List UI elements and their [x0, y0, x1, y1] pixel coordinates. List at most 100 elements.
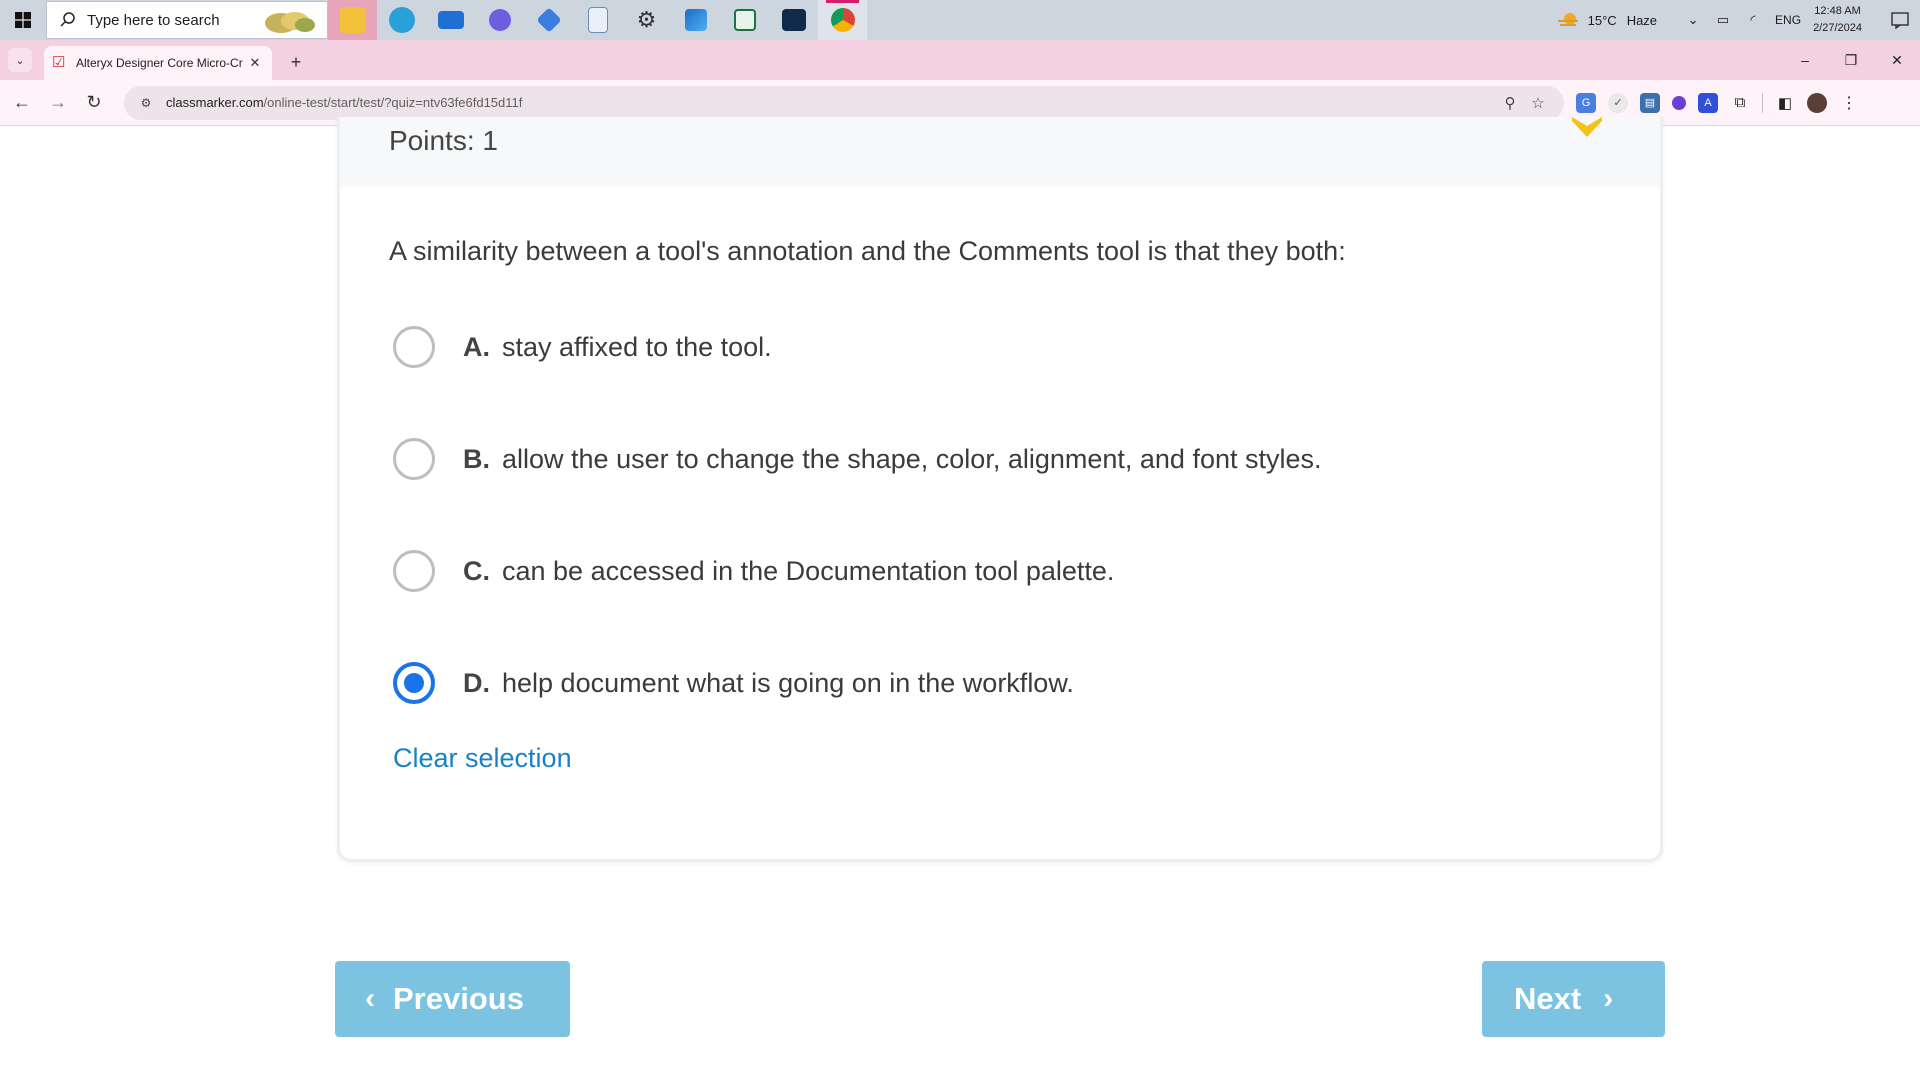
site-info-icon[interactable]: ⚙	[136, 93, 156, 113]
excel-icon	[733, 9, 756, 31]
diamond-app-icon	[535, 7, 562, 33]
question-card: Points: 1 A similarity between a tool's …	[337, 117, 1663, 862]
bookmark-star-icon[interactable]: ☆	[1524, 94, 1552, 112]
url-text[interactable]: classmarker.com/online-test/start/test/?…	[166, 95, 1496, 110]
notification-icon[interactable]	[1880, 0, 1920, 40]
answer-option-c[interactable]: C. can be accessed in the Documentation …	[389, 515, 1589, 627]
copilot-icon	[488, 9, 511, 31]
taskbar-search-box[interactable]: Type here to search	[46, 1, 328, 39]
question-text: A similarity between a tool's annotation…	[389, 236, 1346, 266]
next-button-label: Next	[1514, 981, 1582, 1016]
points-label: Points: 1	[389, 125, 498, 156]
chrome-icon	[830, 8, 855, 32]
new-tab-button[interactable]: +	[282, 48, 310, 76]
folder-icon	[339, 7, 366, 33]
answer-option-a[interactable]: A. stay affixed to the tool.	[389, 291, 1589, 403]
tab-title: Alteryx Designer Core Micro-Cr	[76, 56, 243, 70]
clock-date: 2/27/2024	[1813, 22, 1862, 34]
back-arrow-icon[interactable]: ←	[4, 85, 40, 121]
forward-arrow-icon[interactable]: →	[40, 85, 76, 121]
system-clock[interactable]: 12:48 AM 2/27/2024	[1813, 3, 1862, 37]
haze-weather-icon	[1557, 13, 1578, 26]
restore-icon[interactable]: ❐	[1828, 40, 1874, 80]
signature-extension-icon[interactable]: ✓	[1608, 92, 1628, 113]
option-letter: C.	[463, 555, 490, 586]
accessibility-extension-icon[interactable]: A	[1698, 92, 1718, 113]
search-icon	[60, 12, 75, 27]
option-text[interactable]: allow the user to change the shape, colo…	[502, 444, 1322, 475]
windows-start-icon[interactable]	[0, 0, 46, 40]
star-icon	[1572, 117, 1602, 137]
taskbar-file-explorer[interactable]	[328, 0, 377, 40]
radio-button-selected[interactable]	[393, 662, 435, 704]
option-text[interactable]: can be accessed in the Documentation too…	[502, 556, 1114, 587]
next-button[interactable]: Next ›	[1482, 961, 1665, 1037]
option-letter: B.	[463, 443, 490, 474]
previous-button[interactable]: ‹ Previous	[335, 961, 570, 1037]
taskbar-edge[interactable]	[377, 0, 426, 40]
address-bar[interactable]: ⚙ classmarker.com/online-test/start/test…	[124, 85, 1564, 120]
taskbar-chrome[interactable]	[818, 0, 867, 40]
close-window-icon[interactable]: ✕	[1874, 40, 1920, 80]
taskbar-search-placeholder: Type here to search	[87, 11, 220, 29]
clock-time: 12:48 AM	[1814, 5, 1861, 17]
radio-button[interactable]	[393, 550, 435, 592]
option-text[interactable]: help document what is going on in the wo…	[502, 668, 1074, 699]
taskbar-docs[interactable]	[573, 0, 622, 40]
chevron-left-icon: ‹	[365, 982, 375, 1015]
option-letter: A.	[463, 331, 490, 362]
radio-button[interactable]	[393, 326, 435, 368]
option-letter: D.	[463, 667, 490, 698]
reload-icon[interactable]: ↻	[76, 85, 112, 121]
weather-widget[interactable]: 15°C Haze	[1556, 11, 1657, 29]
clear-selection-link[interactable]: Clear selection	[393, 743, 572, 774]
profile-avatar[interactable]	[1807, 92, 1827, 113]
browser-tab-active[interactable]: ☑ Alteryx Designer Core Micro-Cr ✕	[44, 46, 272, 80]
wifi-icon[interactable]: ◜	[1745, 12, 1761, 28]
taskbar-teams[interactable]	[524, 0, 573, 40]
chevron-right-icon: ›	[1603, 982, 1614, 1015]
answer-option-d[interactable]: D. help document what is going on in the…	[389, 627, 1589, 739]
radio-button[interactable]	[393, 438, 435, 480]
previous-button-label: Previous	[393, 981, 524, 1016]
taskbar-settings[interactable]: ⚙	[622, 0, 671, 40]
kebab-menu-icon[interactable]: ⋮	[1839, 93, 1859, 113]
tab-search-chevron-icon[interactable]: ⌄	[8, 48, 32, 72]
side-panel-icon[interactable]: ◧	[1775, 93, 1795, 113]
puzzle-extensions-icon[interactable]: ⧉	[1730, 93, 1750, 113]
taskbar-media[interactable]	[769, 0, 818, 40]
document-user-icon	[587, 7, 608, 33]
close-tab-icon[interactable]: ✕	[246, 55, 264, 71]
taskbar-excel[interactable]	[720, 0, 769, 40]
zoom-icon[interactable]: ⚲	[1496, 94, 1524, 112]
weather-temperature: 15°C	[1587, 12, 1617, 28]
browser-tab-strip: ⌄ ☑ Alteryx Designer Core Micro-Cr ✕ + –…	[0, 40, 1920, 80]
quiz-page: Points: 1 A similarity between a tool's …	[0, 117, 1920, 1080]
taskbar-copilot[interactable]	[475, 0, 524, 40]
gear-icon: ⚙	[636, 7, 657, 32]
purple-extension-icon[interactable]	[1672, 95, 1686, 110]
windows-taskbar: Type here to search ⚙ 15°C Haze ⌄ ▭ ◜ EN…	[0, 0, 1920, 40]
search-highlight-pistachio-icon	[265, 12, 315, 33]
url-domain: classmarker.com	[166, 95, 264, 110]
photos-icon	[684, 9, 707, 31]
language-indicator[interactable]: ENG	[1775, 13, 1801, 27]
edge-icon	[388, 7, 415, 33]
translate-extension-icon[interactable]: G	[1576, 92, 1596, 113]
url-path: /online-test/start/test/?quiz=ntv63fe6fd…	[263, 95, 523, 110]
weather-description: Haze	[1626, 12, 1658, 28]
taskbar-photos[interactable]	[671, 0, 720, 40]
answer-options: A. stay affixed to the tool. B. allow th…	[389, 291, 1589, 739]
question-card-header: Points: 1	[340, 117, 1660, 187]
taskbar-mail[interactable]	[426, 0, 475, 40]
terminal-icon	[781, 9, 806, 31]
toolbar-divider	[1762, 92, 1763, 113]
battery-icon[interactable]: ▭	[1715, 12, 1731, 28]
answer-option-b[interactable]: B. allow the user to change the shape, c…	[389, 403, 1589, 515]
option-text[interactable]: stay affixed to the tool.	[502, 332, 772, 363]
mail-icon	[437, 11, 464, 29]
minimize-icon[interactable]: –	[1782, 40, 1828, 80]
chevron-up-icon[interactable]: ⌄	[1685, 12, 1701, 28]
printer-extension-icon[interactable]: ▤	[1640, 92, 1660, 113]
checkmark-favicon-icon: ☑	[52, 54, 66, 71]
